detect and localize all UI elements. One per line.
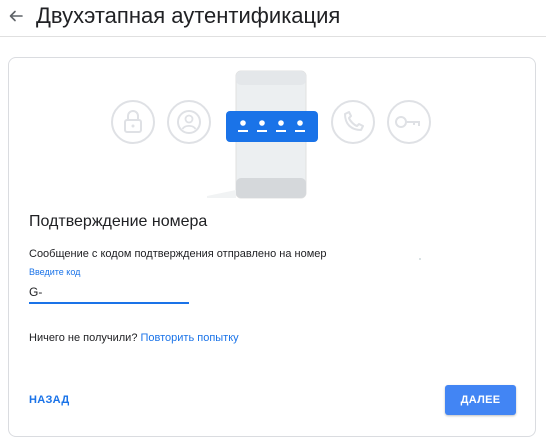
page-header: Двухэтапная аутентификация [0, 0, 546, 37]
page-title: Двухэтапная аутентификация [36, 3, 341, 28]
key-icon [387, 100, 431, 144]
verification-illustration [111, 70, 431, 199]
decorative-dot [419, 258, 421, 260]
retry-link[interactable]: Повторить попытку [141, 332, 239, 344]
back-button[interactable]: НАЗАД [23, 388, 75, 412]
phone-icon [331, 100, 375, 144]
code-field: Введите код [29, 266, 189, 306]
sent-code-message: Сообщение с кодом подтверждения отправле… [29, 248, 327, 260]
section-title: Подтверждение номера [29, 213, 208, 230]
verification-card: Подтверждение номера Сообщение с кодом п… [8, 57, 536, 437]
account-icon [167, 100, 211, 144]
resend-row: Ничего не получили? Повторить попытку [29, 331, 239, 345]
no-code-text: Ничего не получили? [29, 332, 138, 344]
code-bubble [226, 111, 318, 142]
next-button[interactable]: ДАЛЕЕ [445, 385, 516, 415]
code-input[interactable] [29, 284, 189, 304]
code-field-label: Введите код [29, 267, 81, 277]
back-arrow-button[interactable] [5, 4, 27, 28]
lock-icon [111, 100, 155, 144]
arrow-back-icon [9, 10, 23, 22]
